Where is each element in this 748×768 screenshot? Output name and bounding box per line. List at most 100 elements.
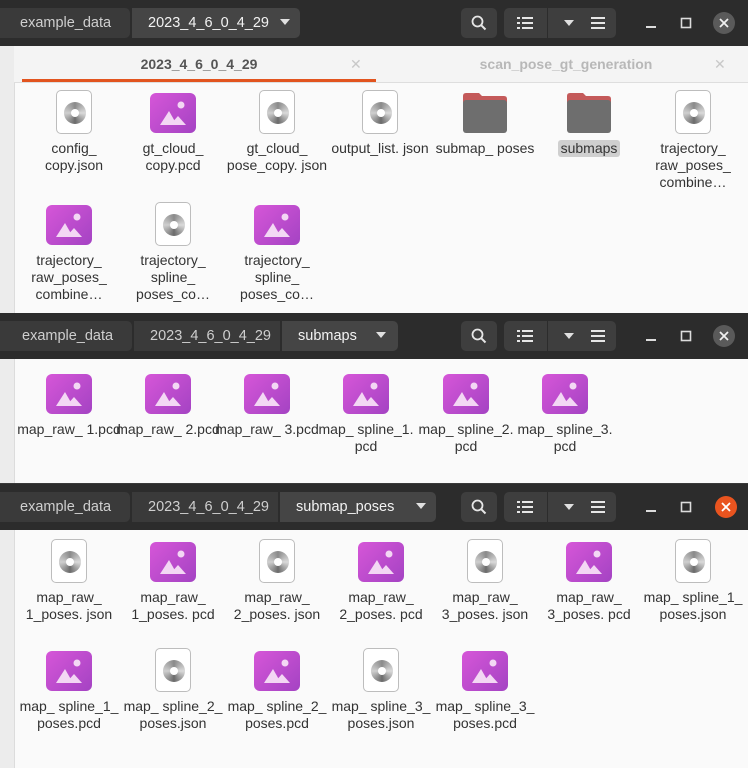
separator [547,8,548,38]
file-item[interactable]: map_ spline_2_ poses.json [121,648,225,732]
tab-close-icon[interactable]: ✕ [350,55,362,73]
json-file-icon [675,90,711,134]
tab-current-folder[interactable]: 2023_4_6_0_4_29 ✕ [14,46,384,82]
close-icon [719,18,729,28]
file-name: map_raw_ 3.pcd [215,421,319,437]
folder-icon [567,93,611,133]
file-item[interactable]: trajectory_ raw_poses_ combine… [17,202,121,303]
file-item[interactable]: map_raw_ 3_poses. json [433,539,537,623]
breadcrumb-current-folder[interactable]: 2023_4_6_0_4_29 [132,8,300,38]
search-button[interactable] [461,8,497,38]
file-item[interactable]: output_list. json [328,90,432,157]
json-file-icon [155,202,191,246]
file-item[interactable]: map_raw_ 1_poses. pcd [121,539,225,623]
minimize-icon[interactable] [642,14,660,32]
list-view-icon[interactable] [517,16,533,30]
file-item[interactable]: map_ spline_3. pcd [513,371,617,455]
file-item[interactable]: map_raw_ 2.pcd [116,371,220,438]
close-button[interactable] [713,12,735,34]
sidebar-edge [0,46,15,313]
image-file-icon [150,93,196,133]
maximize-icon[interactable] [677,498,695,516]
file-item[interactable]: map_ spline_3_ poses.json [329,648,433,732]
menu-button[interactable] [580,321,616,351]
view-toggle-group[interactable] [504,321,590,351]
file-item[interactable]: config_ copy.json [22,90,126,174]
search-button[interactable] [461,492,497,522]
image-file-icon [542,374,588,414]
tab-scan-pose-gt-generation[interactable]: scan_pose_gt_generation ✕ [384,46,748,82]
image-file-icon [566,542,612,582]
search-button[interactable] [461,321,497,351]
file-item[interactable]: trajectory_ raw_poses_ combine… [641,90,745,191]
view-options-chevron-icon[interactable] [564,333,574,339]
file-name: trajectory_ spline_ poses_co… [136,252,210,302]
breadcrumb-date-folder[interactable]: 2023_4_6_0_4_29 [134,321,280,351]
view-toggle-group[interactable] [504,492,590,522]
file-item[interactable]: map_raw_ 1.pcd [17,371,121,438]
hamburger-icon [591,501,605,513]
json-file-icon [362,90,398,134]
breadcrumb-current-folder[interactable]: submap_poses [280,492,436,522]
menu-button[interactable] [580,492,616,522]
file-item[interactable]: map_ spline_1_ poses.pcd [17,648,121,732]
file-name: map_ spline_1_ poses.pcd [19,698,119,731]
close-button[interactable] [713,325,735,347]
file-name: config_ copy.json [44,140,104,173]
tab-close-icon[interactable]: ✕ [714,55,726,73]
breadcrumb-example-data[interactable]: example_data [0,8,130,38]
file-name: map_ spline_1. pcd [318,421,414,454]
file-name: map_raw_ 2_poses. json [233,589,321,622]
file-item[interactable]: trajectory_ spline_ poses_co… [225,202,329,303]
file-name: map_ spline_3_ poses.pcd [435,698,535,731]
close-button[interactable] [715,496,737,518]
file-item[interactable]: map_ spline_1. pcd [314,371,418,455]
search-icon [471,499,487,515]
file-item[interactable]: map_ spline_3_ poses.pcd [433,648,537,732]
image-file-icon [462,651,508,691]
breadcrumb-label: submaps [298,328,357,344]
maximize-icon[interactable] [677,327,695,345]
view-options-chevron-icon[interactable] [564,20,574,26]
minimize-icon[interactable] [642,327,660,345]
json-file-icon [56,90,92,134]
menu-button[interactable] [580,8,616,38]
file-item[interactable]: map_raw_ 2_poses. pcd [329,539,433,623]
file-item[interactable]: map_raw_ 3.pcd [215,371,319,438]
file-item[interactable]: trajectory_ spline_ poses_co… [121,202,225,303]
file-item[interactable]: map_raw_ 1_poses. json [17,539,121,623]
folder-item-selected[interactable]: submaps [537,90,641,158]
view-toggle-group[interactable] [504,8,590,38]
minimize-icon[interactable] [642,498,660,516]
list-view-icon[interactable] [517,329,533,343]
list-view-icon[interactable] [517,500,533,514]
file-item[interactable]: gt_cloud_ copy.pcd [121,90,225,174]
json-file-icon [675,539,711,583]
image-file-icon [46,651,92,691]
breadcrumb-example-data[interactable]: example_data [0,492,130,522]
image-file-icon [358,542,404,582]
separator [547,492,548,522]
file-name: map_ spline_2_ poses.json [123,698,223,731]
folder-item[interactable]: submap_ poses [433,90,537,157]
maximize-icon[interactable] [677,14,695,32]
close-icon [719,331,729,341]
file-name: trajectory_ spline_ poses_co… [240,252,314,302]
breadcrumb-example-data[interactable]: example_data [0,321,132,351]
view-options-chevron-icon[interactable] [564,504,574,510]
image-file-icon [150,542,196,582]
breadcrumb-current-folder[interactable]: submaps [282,321,398,351]
separator [547,321,548,351]
file-item[interactable]: map_ spline_2_ poses.pcd [225,648,329,732]
file-item[interactable]: map_ spline_2. pcd [414,371,518,455]
chevron-down-icon [280,19,290,25]
breadcrumb-date-folder[interactable]: 2023_4_6_0_4_29 [132,492,278,522]
file-item[interactable]: map_ spline_1_ poses.json [641,539,745,623]
file-item[interactable]: gt_cloud_ pose_copy. json [225,90,329,174]
file-manager-window-2: example_data 2023_4_6_0_4_29 submaps map… [0,313,748,483]
image-file-icon [443,374,489,414]
file-item[interactable]: map_raw_ 3_poses. pcd [537,539,641,623]
json-file-icon [51,539,87,583]
image-file-icon [254,651,300,691]
file-item[interactable]: map_raw_ 2_poses. json [225,539,329,623]
